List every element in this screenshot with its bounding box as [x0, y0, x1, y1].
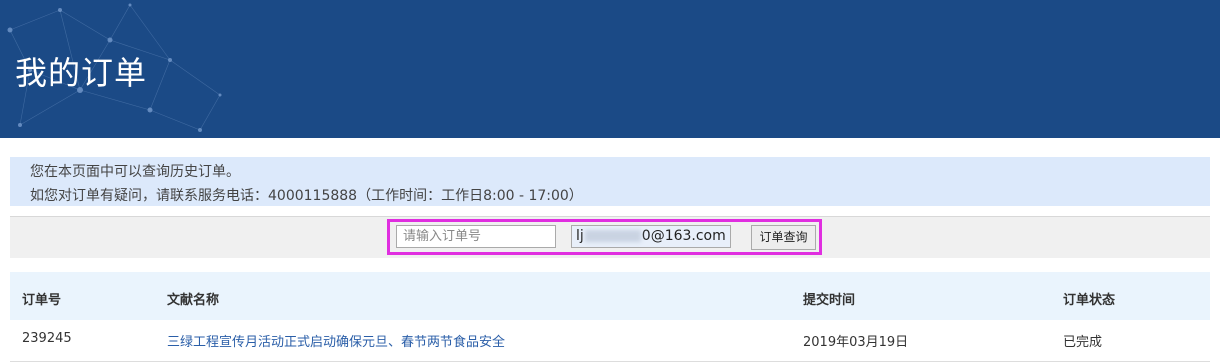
email-suffix: 0@163.com: [641, 228, 726, 244]
page-title: 我的订单: [15, 54, 148, 92]
order-status-cell: 已完成: [1063, 335, 1103, 350]
email-field[interactable]: lj 0@163.com: [571, 225, 731, 248]
column-header-status: 订单状态: [1063, 293, 1116, 308]
column-header-doc-name: 文献名称: [167, 293, 220, 308]
order-number-input[interactable]: [396, 225, 556, 248]
column-header-order-no: 订单号: [22, 293, 62, 308]
page-header: 我的订单: [0, 0, 1220, 138]
table-header: 订单号 文献名称 提交时间 订单状态: [10, 272, 1210, 320]
submit-time-cell: 2019年03月19日: [803, 335, 909, 350]
column-header-submit-time: 提交时间: [803, 293, 856, 308]
table-row: 239245 三绿工程宣传月活动正式启动确保元旦、春节两节食品安全 2019年0…: [10, 320, 1210, 362]
email-redaction: [584, 230, 641, 242]
notice-panel: 您在本页面中可以查询历史订单。 如您对订单有疑问，请联系服务电话：4000115…: [10, 157, 1210, 206]
email-prefix: lj: [576, 228, 584, 244]
order-query-button[interactable]: 订单查询: [751, 225, 816, 250]
notice-line-1: 您在本页面中可以查询历史订单。: [30, 164, 240, 180]
order-number-cell: 239245: [22, 331, 72, 346]
notice-line-2: 如您对订单有疑问，请联系服务电话：4000115888（工作时间：工作日8:00…: [30, 188, 583, 204]
document-name-link[interactable]: 三绿工程宣传月活动正式启动确保元旦、春节两节食品安全: [167, 331, 505, 350]
